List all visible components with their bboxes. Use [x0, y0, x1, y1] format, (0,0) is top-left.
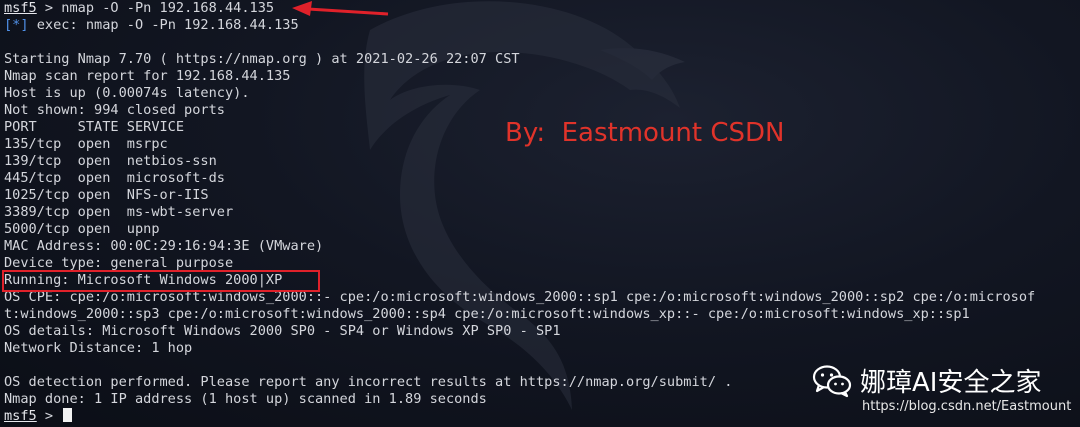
port-row: 5000/tcp open upnp	[4, 221, 160, 237]
port-row: 445/tcp open microsoft-ds	[4, 170, 225, 186]
watermark-url: https://blog.csdn.net/Eastmount	[862, 399, 1072, 414]
port-row: 139/tcp open netbios-ssn	[4, 153, 217, 169]
output-line: Not shown: 994 closed ports	[4, 102, 225, 118]
highlight-box	[2, 270, 320, 292]
output-line: Host is up (0.00074s latency).	[4, 85, 250, 101]
prompt-suffix: >	[36, 408, 62, 424]
output-line: Starting Nmap 7.70 ( https://nmap.org ) …	[4, 51, 520, 67]
exec-text: exec: nmap -O -Pn 192.168.44.135	[28, 17, 299, 33]
watermark: 娜璋AI安全之家	[812, 362, 1041, 399]
exec-line: [*] exec: nmap -O -Pn 192.168.44.135	[4, 17, 299, 34]
author-byline: By: Eastmount CSDN	[505, 118, 785, 148]
output-line: t:windows_2000::sp3 cpe:/o:microsoft:win…	[4, 306, 970, 322]
command-text: > nmap -O -Pn 192.168.44.135	[36, 0, 275, 16]
command-line: msf5 > nmap -O -Pn 192.168.44.135	[4, 0, 274, 17]
arrow-icon	[292, 1, 389, 16]
terminal-window[interactable]: msf5 > nmap -O -Pn 192.168.44.135 [*] ex…	[0, 0, 1080, 427]
output-line: MAC Address: 00:0C:29:16:94:3E (VMware)	[4, 238, 324, 254]
port-row: 1025/tcp open NFS-or-IIS	[4, 187, 209, 203]
port-row: 3389/tcp open ms-wbt-server	[4, 204, 234, 220]
prompt-label: msf5	[4, 0, 37, 16]
output-line: Nmap scan report for 192.168.44.135	[4, 68, 291, 84]
prompt-label: msf5	[4, 408, 37, 424]
output-line: OS details: Microsoft Windows 2000 SP0 -…	[4, 323, 561, 339]
port-table-header: PORT STATE SERVICE	[4, 119, 185, 135]
output-line: OS detection performed. Please report an…	[4, 374, 733, 390]
info-marker: [*]	[4, 17, 29, 33]
output-line: Network Distance: 1 hop	[4, 340, 193, 356]
watermark-title: 娜璋AI安全之家	[860, 368, 1042, 398]
port-row: 135/tcp open msrpc	[4, 136, 168, 152]
prompt-line[interactable]: msf5 >	[4, 408, 73, 425]
wechat-icon	[812, 364, 852, 397]
text-cursor	[63, 408, 73, 422]
output-line: Nmap done: 1 IP address (1 host up) scan…	[4, 391, 487, 407]
